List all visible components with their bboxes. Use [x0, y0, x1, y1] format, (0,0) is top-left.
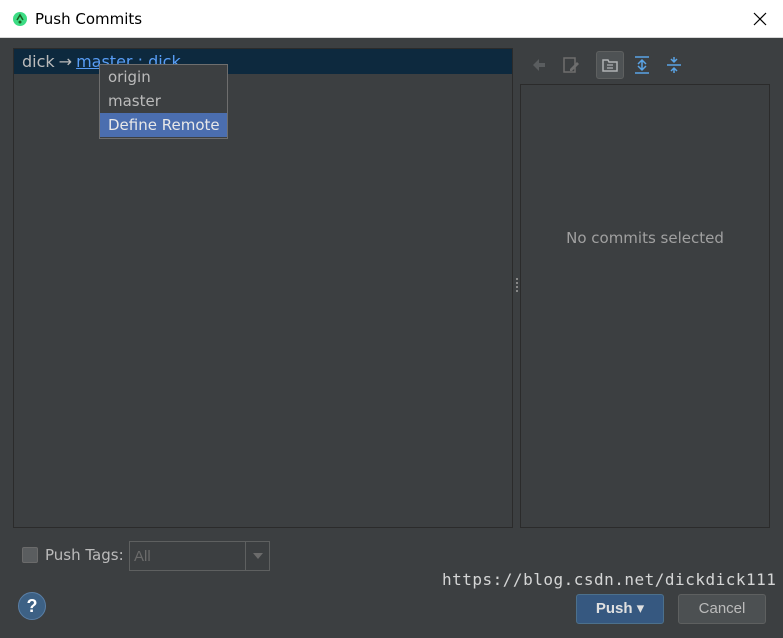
- push-tags-row: Push Tags: All: [20, 540, 280, 571]
- push-tags-combo-value: All: [134, 548, 151, 565]
- remote-popup-menu: origin master Define Remote: [99, 64, 228, 139]
- commit-details-panel: No commits selected: [520, 84, 770, 528]
- cancel-button[interactable]: Cancel: [678, 594, 766, 624]
- push-dialog: dick → master : dick origin master Define …: [0, 38, 783, 638]
- expand-all-button[interactable]: [628, 51, 656, 79]
- android-studio-icon: [13, 12, 27, 26]
- details-toolbar: [520, 48, 770, 80]
- window-close-button[interactable]: [737, 0, 783, 38]
- expand-all-icon: [635, 56, 649, 74]
- local-branch: dick: [22, 52, 55, 71]
- push-button[interactable]: Push ▾: [576, 594, 664, 624]
- window-title: Push Commits: [35, 10, 143, 28]
- commits-tree-panel[interactable]: dick → master : dick: [13, 48, 513, 528]
- cherry-pick-button[interactable]: [525, 51, 553, 79]
- close-icon: [753, 12, 767, 26]
- popup-item-origin[interactable]: origin: [100, 65, 227, 89]
- popup-item-define-remote[interactable]: Define Remote: [100, 113, 227, 137]
- push-tags-combo[interactable]: All: [129, 541, 270, 571]
- edit-source-button[interactable]: [557, 51, 585, 79]
- group-by-directory-button[interactable]: [596, 51, 624, 79]
- repo-row[interactable]: dick → master : dick: [14, 49, 512, 74]
- combo-dropdown-button[interactable]: [245, 542, 269, 570]
- push-tags-checkbox[interactable]: [22, 547, 38, 563]
- push-tags-label: Push Tags:: [45, 546, 124, 564]
- panel-splitter-handle[interactable]: [516, 278, 519, 296]
- edit-source-icon: [563, 57, 579, 73]
- chevron-down-icon: [252, 553, 263, 559]
- no-commits-message: No commits selected: [566, 229, 724, 247]
- folder-icon: [602, 59, 618, 72]
- collapse-all-icon: [667, 57, 681, 73]
- collapse-all-button[interactable]: [660, 51, 688, 79]
- cherry-pick-icon: [533, 59, 545, 71]
- title-bar: Push Commits: [0, 0, 783, 38]
- popup-item-master[interactable]: master: [100, 89, 227, 113]
- help-button[interactable]: ?: [18, 592, 46, 620]
- push-arrow: →: [58, 52, 73, 71]
